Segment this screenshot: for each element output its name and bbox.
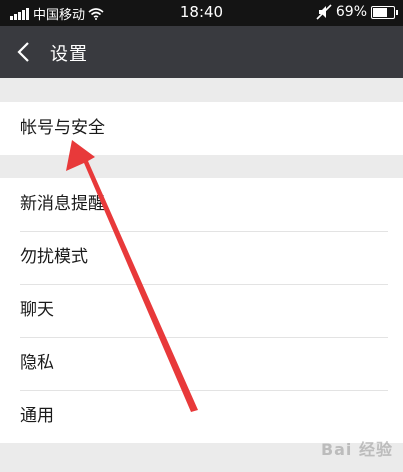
settings-group-account: 帐号与安全 <box>0 102 403 155</box>
watermark: Bai 经验 <box>320 440 393 459</box>
nav-bar: 设置 <box>0 26 403 78</box>
settings-item-label: 新消息提醒 <box>20 194 105 214</box>
settings-item-chat[interactable]: 聊天 <box>0 284 403 337</box>
page-title: 设置 <box>50 44 88 65</box>
settings-item-label: 聊天 <box>20 300 54 320</box>
battery-fill <box>373 7 387 17</box>
settings-item-account-security[interactable]: 帐号与安全 <box>0 102 403 155</box>
settings-item-do-not-disturb[interactable]: 勿扰模式 <box>0 231 403 284</box>
settings-item-label: 帐号与安全 <box>20 118 105 138</box>
battery-icon <box>371 5 398 19</box>
status-bar: 中国移动 18:40 69% <box>0 0 403 26</box>
battery-percent: 69% <box>335 4 367 20</box>
settings-item-privacy[interactable]: 隐私 <box>0 337 403 390</box>
status-right: 69% <box>316 4 398 20</box>
chevron-left-icon[interactable] <box>14 40 36 64</box>
settings-item-label: 隐私 <box>20 353 54 373</box>
settings-item-new-message-alerts[interactable]: 新消息提醒 <box>0 178 403 231</box>
mute-icon <box>316 4 332 20</box>
settings-item-label: 勿扰模式 <box>20 247 88 267</box>
settings-group-general: 新消息提醒 勿扰模式 聊天 隐私 通用 <box>0 178 403 443</box>
settings-item-label: 通用 <box>20 406 54 426</box>
